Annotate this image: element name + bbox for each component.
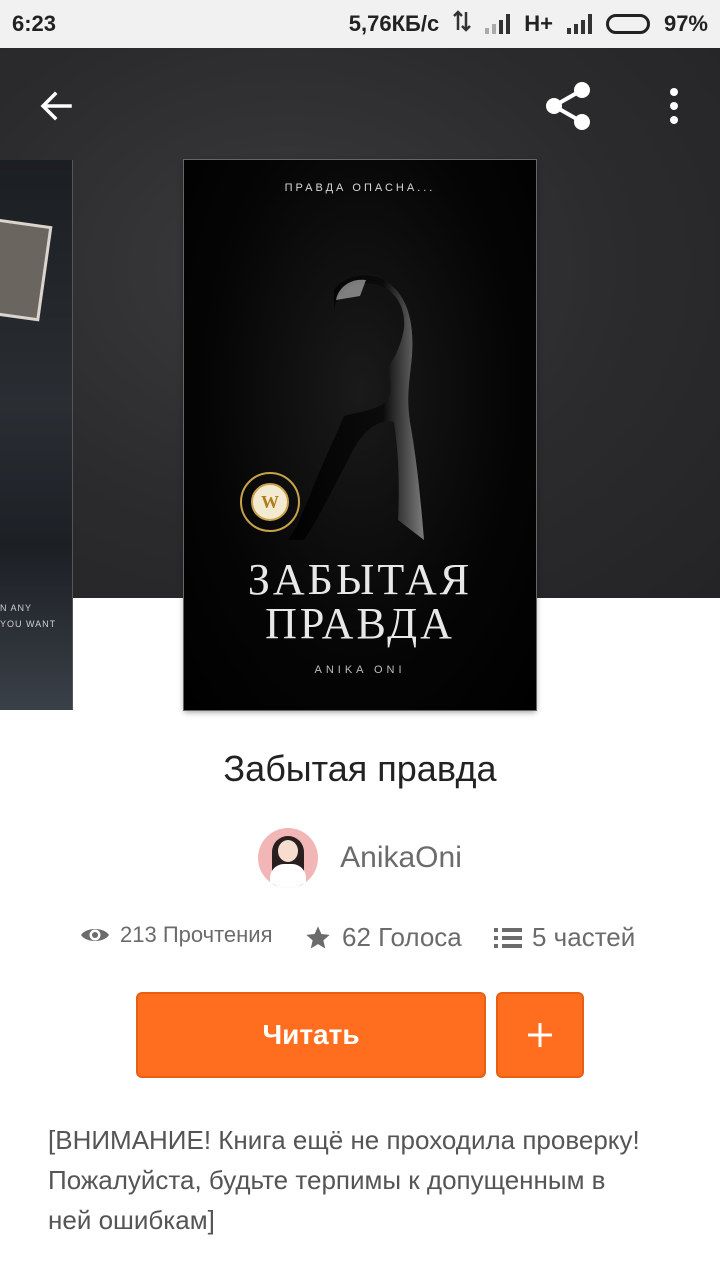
side-cover-text: N ANY YOU WANT	[0, 603, 57, 629]
author-avatar[interactable]	[258, 828, 319, 888]
cover-photo-image	[0, 218, 53, 322]
stat-votes: 62 Голоса	[304, 922, 462, 953]
cover-title: ЗАБЫТАЯ ПРАВДА	[247, 555, 473, 648]
network-type: H+	[524, 11, 553, 36]
back-button[interactable]	[26, 78, 86, 134]
share-icon	[546, 82, 590, 130]
more-vertical-icon	[670, 88, 678, 124]
signal-icon-2	[566, 14, 592, 34]
signal-icon	[485, 14, 511, 34]
votes-count: 62 Голоса	[342, 922, 462, 952]
parts-count: 5 частей	[532, 922, 636, 952]
add-to-library-button[interactable]	[496, 992, 584, 1078]
book-stats: 213 Прочтения 62 Голоса 5 частей	[0, 922, 720, 966]
stat-parts: 5 частей	[494, 922, 635, 953]
award-seal-icon: W	[240, 472, 300, 532]
book-title: Забытая правда	[223, 748, 497, 789]
network-speed: 5,76КБ/с	[348, 11, 440, 36]
stat-reads: 213 Прочтения	[80, 922, 273, 948]
data-transfer-icon	[453, 10, 472, 38]
reads-count: 213 Прочтения	[120, 922, 273, 947]
author-name[interactable]: AnikaOni	[340, 841, 462, 875]
star-icon	[306, 925, 330, 948]
share-button[interactable]	[538, 78, 598, 134]
status-bar: 6:23 5,76КБ/с H+ 97%	[0, 0, 720, 48]
previous-book-cover[interactable]: N ANY YOU WANT	[0, 160, 73, 710]
book-description: [ВНИМАНИЕ! Книга ещё не проходила провер…	[48, 1125, 640, 1235]
author-row[interactable]: AnikaOni	[0, 828, 720, 888]
list-icon	[494, 927, 522, 948]
more-options-button[interactable]	[644, 78, 704, 134]
arrow-left-icon	[40, 91, 72, 121]
book-cover[interactable]: ПРАВДА ОПАСНА... W ЗАБЫТАЯ ПРАВДА ANIKA …	[183, 159, 537, 711]
battery-icon	[605, 14, 650, 34]
cover-author: ANIKA ONI	[314, 664, 406, 676]
status-time: 6:23	[12, 11, 57, 36]
status-indicators: 5,76КБ/с H+ 97%	[349, 10, 708, 38]
plus-icon	[528, 1023, 552, 1047]
battery-level: 97%	[663, 11, 708, 36]
eye-icon	[81, 929, 109, 941]
read-button[interactable]: Читать	[136, 992, 486, 1078]
